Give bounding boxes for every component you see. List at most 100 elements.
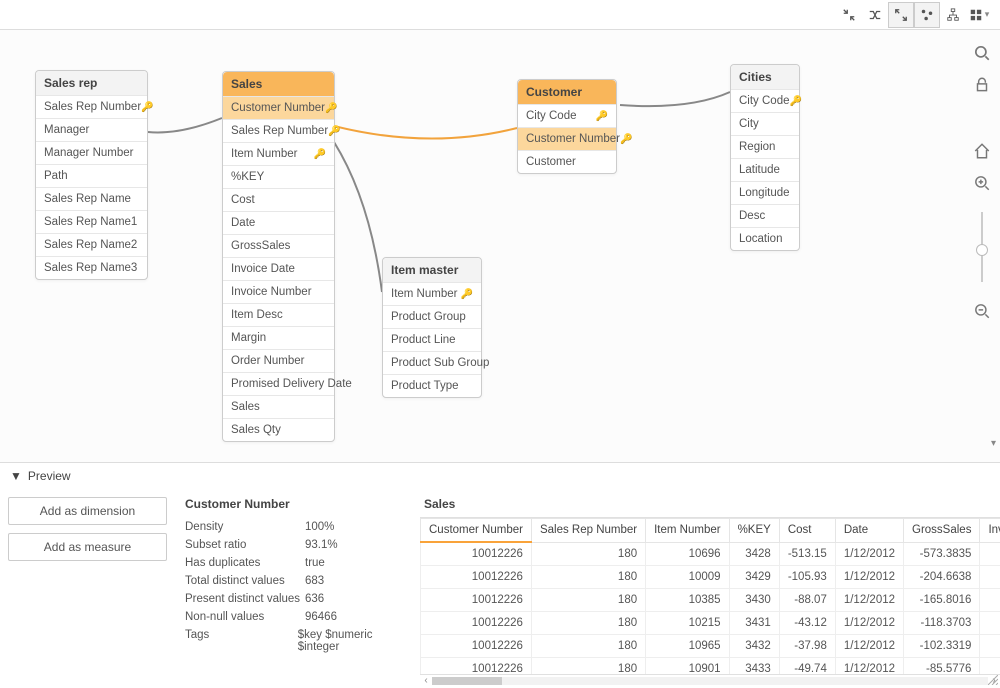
table-cell: 3431 <box>729 612 779 635</box>
table-cell: -165.8016 <box>904 589 980 612</box>
field-row[interactable]: Sales Qty <box>223 418 334 441</box>
toolbar-collapse-button[interactable] <box>836 2 862 28</box>
scroll-thumb[interactable] <box>432 677 502 685</box>
column-header[interactable]: Sales Rep Number <box>531 519 645 543</box>
entity-cities[interactable]: Cities City Code🔑 City Region Latitude L… <box>730 64 800 251</box>
field-row[interactable]: Product Type <box>383 374 481 397</box>
field-row[interactable]: Sales Rep Number🔑 <box>36 95 147 118</box>
table-row[interactable]: 10012226180109013433-49.741/12/2012-85.5… <box>421 658 1000 675</box>
zoom-out-icon[interactable] <box>973 302 991 320</box>
preview-table[interactable]: Customer NumberSales Rep NumberItem Numb… <box>420 518 1000 674</box>
stat-label: Tags <box>185 629 298 653</box>
column-header[interactable]: %KEY <box>729 519 779 543</box>
zoom-slider[interactable] <box>981 212 983 282</box>
field-row[interactable]: Product Sub Group <box>383 351 481 374</box>
field-row[interactable]: Location <box>731 227 799 250</box>
field-row[interactable]: Item Desc <box>223 303 334 326</box>
entity-header[interactable]: Item master <box>383 258 481 282</box>
stat-value: true <box>305 557 325 569</box>
field-row[interactable]: %KEY <box>223 165 334 188</box>
field-row[interactable]: Item Number🔑 <box>223 142 334 165</box>
table-cell: -102.3319 <box>904 635 980 658</box>
column-header[interactable]: GrossSales <box>904 519 980 543</box>
add-measure-button[interactable]: Add as measure <box>8 533 167 561</box>
field-row[interactable]: Latitude <box>731 158 799 181</box>
field-row[interactable]: Sales Rep Name1 <box>36 210 147 233</box>
field-row[interactable]: Sales Rep Name2 <box>36 233 147 256</box>
table-cell: -204.6638 <box>904 566 980 589</box>
lock-icon[interactable] <box>973 76 991 94</box>
column-header[interactable]: Date <box>835 519 903 543</box>
home-icon[interactable] <box>973 142 991 160</box>
column-header[interactable]: Item Number <box>646 519 729 543</box>
field-row[interactable]: Order Number <box>223 349 334 372</box>
field-row[interactable]: Sales Rep Name3 <box>36 256 147 279</box>
field-row[interactable]: Region <box>731 135 799 158</box>
toolbar-layout-tree-button[interactable] <box>940 2 966 28</box>
zoom-in-icon[interactable] <box>973 174 991 192</box>
column-header[interactable]: Invoice Date <box>980 519 1000 543</box>
preview-table-wrap[interactable]: Customer NumberSales Rep NumberItem Numb… <box>420 517 1000 674</box>
table-row[interactable]: 10012226180102153431-43.121/12/2012-118.… <box>421 612 1000 635</box>
field-row[interactable]: Product Line <box>383 328 481 351</box>
table-cell: 10901 <box>646 658 729 675</box>
field-row[interactable]: Promised Delivery Date <box>223 372 334 395</box>
entity-header[interactable]: Customer <box>518 80 616 104</box>
field-row[interactable]: GrossSales <box>223 234 334 257</box>
resize-grip-icon[interactable] <box>988 674 998 684</box>
entity-sales-rep[interactable]: Sales rep Sales Rep Number🔑 Manager Mana… <box>35 70 148 280</box>
toolbar-expand-button[interactable] <box>888 2 914 28</box>
table-row[interactable]: 10012226180109653432-37.981/12/2012-102.… <box>421 635 1000 658</box>
entity-header[interactable]: Sales <box>223 72 334 96</box>
entity-customer[interactable]: Customer City Code🔑 Customer Number🔑 Cus… <box>517 79 617 174</box>
field-row[interactable]: Customer Number🔑 <box>518 127 616 150</box>
table-row[interactable]: 10012226180106963428-513.151/12/2012-573… <box>421 542 1000 566</box>
field-row[interactable]: Longitude <box>731 181 799 204</box>
field-label: Longitude <box>739 187 790 199</box>
preview-header[interactable]: ▼ Preview <box>0 463 1000 489</box>
scroll-left-icon[interactable]: ‹ <box>420 675 432 686</box>
add-dimension-button[interactable]: Add as dimension <box>8 497 167 525</box>
table-row[interactable]: 10012226180100093429-105.931/12/2012-204… <box>421 566 1000 589</box>
entity-sales[interactable]: Sales Customer Number🔑 Sales Rep Number🔑… <box>222 71 335 442</box>
toolbar-shuffle-button[interactable] <box>862 2 888 28</box>
field-label: Cost <box>231 194 255 206</box>
table-row[interactable]: 10012226180103853430-88.071/12/2012-165.… <box>421 589 1000 612</box>
field-row[interactable]: Item Number🔑 <box>383 282 481 305</box>
entity-item-master[interactable]: Item master Item Number🔑 Product Group P… <box>382 257 482 398</box>
field-row[interactable]: Manager <box>36 118 147 141</box>
table-cell: 1/12/2012 <box>835 566 903 589</box>
field-row[interactable]: Sales <box>223 395 334 418</box>
entity-header[interactable]: Sales rep <box>36 71 147 95</box>
table-cell: 1/12/20 <box>980 589 1000 612</box>
field-label: Margin <box>231 332 266 344</box>
field-row[interactable]: Manager Number <box>36 141 147 164</box>
field-row[interactable]: Product Group <box>383 305 481 328</box>
column-header[interactable]: Customer Number <box>421 519 532 543</box>
toolbar-layout-dots-button[interactable] <box>914 2 940 28</box>
field-label: Sales Qty <box>231 424 281 436</box>
field-label: Customer <box>526 156 576 168</box>
expand-preview-icon[interactable]: ▾ <box>991 438 996 449</box>
field-row[interactable]: Date <box>223 211 334 234</box>
column-header[interactable]: Cost <box>779 519 835 543</box>
model-canvas[interactable]: Sales rep Sales Rep Number🔑 Manager Mana… <box>0 30 1000 462</box>
field-row[interactable]: Margin <box>223 326 334 349</box>
field-row[interactable]: Customer <box>518 150 616 173</box>
field-row[interactable]: Cost <box>223 188 334 211</box>
field-row[interactable]: Customer Number🔑 <box>223 96 334 119</box>
field-row[interactable]: Invoice Date <box>223 257 334 280</box>
field-row[interactable]: Sales Rep Name <box>36 187 147 210</box>
entity-header[interactable]: Cities <box>731 65 799 89</box>
field-row[interactable]: Invoice Number <box>223 280 334 303</box>
zoom-slider-handle[interactable] <box>976 244 988 256</box>
toolbar-grid-button[interactable]: ▾ <box>966 2 992 28</box>
field-row[interactable]: City Code🔑 <box>731 89 799 112</box>
field-row[interactable]: Sales Rep Number🔑 <box>223 119 334 142</box>
field-row[interactable]: Desc <box>731 204 799 227</box>
field-row[interactable]: Path <box>36 164 147 187</box>
field-row[interactable]: City <box>731 112 799 135</box>
field-row[interactable]: City Code🔑 <box>518 104 616 127</box>
horizontal-scrollbar[interactable]: ‹ › <box>420 674 1000 686</box>
search-icon[interactable] <box>973 44 991 62</box>
